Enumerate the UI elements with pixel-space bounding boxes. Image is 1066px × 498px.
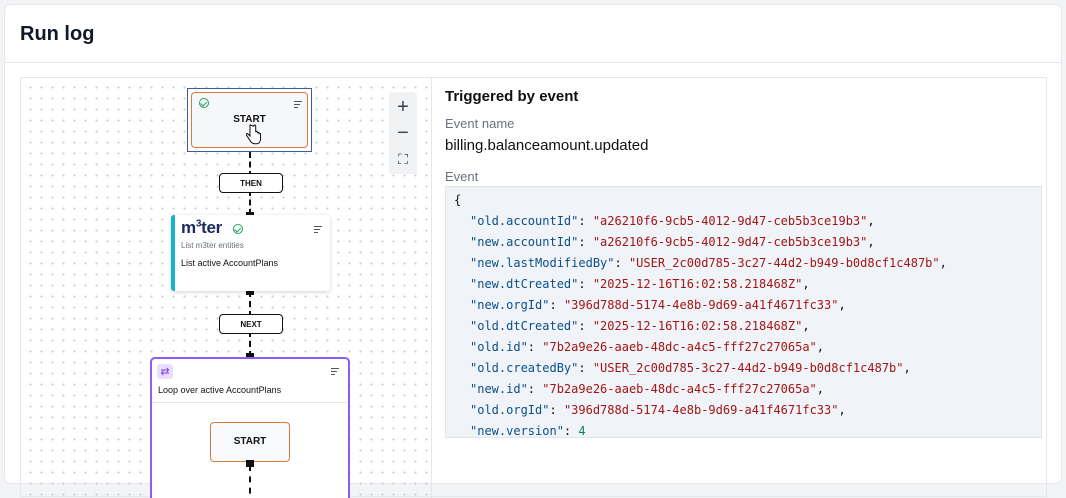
loop-icon: ⇄ [157, 364, 173, 379]
success-check-icon [199, 98, 209, 108]
json-value: "7b2a9e26-aaeb-48dc-a4c5-fff27c27065a" [542, 340, 817, 354]
zoom-controls: + − ⛶ [389, 92, 417, 174]
json-key: "new.accountId" [470, 235, 579, 249]
json-key: "new.dtCreated" [470, 277, 579, 291]
json-value: "a26210f6-9cb5-4012-9d47-ceb5b3ce19b3" [592, 235, 868, 249]
json-entry: "new.id": "7b2a9e26-aaeb-48dc-a4c5-fff27… [470, 382, 825, 396]
page-title: Run log [20, 23, 95, 45]
json-value: 4 [578, 424, 586, 438]
json-entry: "old.createdBy": "USER_2c00d785-3c27-44d… [470, 361, 911, 375]
json-key: "new.id" [470, 382, 528, 396]
json-value: "a26210f6-9cb5-4012-9d47-ceb5b3ce19b3" [592, 214, 868, 228]
edge-inner [249, 465, 251, 498]
json-value: "7b2a9e26-aaeb-48dc-a4c5-fff27c27065a" [542, 382, 817, 396]
event-json-viewer[interactable]: { "old.accountId": "a26210f6-9cb5-4012-9… [445, 186, 1042, 438]
m3ter-logo: m3ter [181, 218, 222, 237]
json-entry: "new.dtCreated": "2025-12-16T16:02:58.21… [470, 277, 810, 291]
success-check-icon [233, 224, 243, 234]
json-entry: "old.id": "7b2a9e26-aaeb-48dc-a4c5-fff27… [470, 340, 825, 354]
loop-node-title: Loop over active AccountPlans [158, 385, 282, 395]
zoom-out-button[interactable]: − [389, 120, 417, 146]
json-value: "396d788d-5174-4e8b-9d69-a41f4671fc33" [563, 403, 839, 417]
json-key: "new.orgId" [470, 298, 550, 312]
json-entry: "old.orgId": "396d788d-5174-4e8b-9d69-a4… [470, 403, 846, 417]
flow-canvas[interactable]: + − ⛶ THEN NEXT START m3ter List m3ter e… [21, 78, 432, 498]
run-log-body: + − ⛶ THEN NEXT START m3ter List m3ter e… [20, 77, 1047, 498]
json-entry: "new.version": 4 [470, 424, 586, 438]
list-entities-node[interactable]: m3ter List m3ter entities List active Ac… [171, 215, 330, 291]
json-value: "2025-12-16T16:02:58.218468Z" [592, 319, 803, 333]
node-title: List active AccountPlans [181, 258, 279, 268]
json-key: "old.accountId" [470, 214, 579, 228]
json-entry: "old.accountId": "a26210f6-9cb5-4012-9d4… [470, 214, 875, 228]
run-details-panel: Triggered by event Event name billing.ba… [432, 78, 1046, 498]
run-log-card: Run log + − ⛶ THEN NEXT START m3ter List… [4, 4, 1062, 498]
json-key: "new.version" [470, 424, 564, 438]
zoom-in-button[interactable]: + [389, 94, 417, 120]
inner-start-node[interactable]: START [210, 422, 290, 462]
event-name-label: Event name [445, 116, 515, 131]
json-value: "396d788d-5174-4e8b-9d69-a41f4671fc33" [563, 298, 839, 312]
json-entry: "new.orgId": "396d788d-5174-4e8b-9d69-a4… [470, 298, 846, 312]
node-subtitle: List m3ter entities [181, 241, 244, 250]
json-value: "USER_2c00d785-3c27-44d2-b949-b0d8cf1c48… [628, 256, 940, 270]
node-menu-icon[interactable] [331, 368, 339, 375]
json-open-brace: { [454, 193, 462, 207]
inner-start-label: START [233, 436, 267, 447]
json-value: "USER_2c00d785-3c27-44d2-b949-b0d8cf1c48… [592, 361, 904, 375]
loop-node-header: ⇄ Loop over active AccountPlans [152, 359, 348, 403]
json-key: "old.id" [470, 340, 528, 354]
pointer-cursor-icon [246, 124, 261, 145]
start-node-selection[interactable]: START [187, 88, 312, 152]
json-key: "old.dtCreated" [470, 319, 579, 333]
card-header: Run log [5, 5, 1061, 63]
node-menu-icon[interactable] [314, 226, 322, 233]
node-menu-icon[interactable] [294, 101, 302, 108]
edge-label-next[interactable]: NEXT [219, 314, 283, 334]
json-key: "new.lastModifiedBy" [470, 256, 615, 270]
json-entry: "old.dtCreated": "2025-12-16T16:02:58.21… [470, 319, 810, 333]
event-name-value: billing.balanceamount.updated [445, 137, 649, 154]
json-value: "2025-12-16T16:02:58.218468Z" [592, 277, 803, 291]
event-label: Event [445, 169, 479, 184]
loop-node[interactable]: ⇄ Loop over active AccountPlans START [150, 357, 350, 498]
json-entry: "new.lastModifiedBy": "USER_2c00d785-3c2… [470, 256, 947, 270]
json-key: "old.orgId" [470, 403, 550, 417]
edge-label-then[interactable]: THEN [219, 173, 283, 193]
fit-view-button[interactable]: ⛶ [389, 146, 417, 172]
json-key: "old.createdBy" [470, 361, 579, 375]
start-node[interactable]: START [191, 92, 308, 148]
trigger-heading: Triggered by event [445, 88, 579, 105]
json-entry: "new.accountId": "a26210f6-9cb5-4012-9d4… [470, 235, 875, 249]
